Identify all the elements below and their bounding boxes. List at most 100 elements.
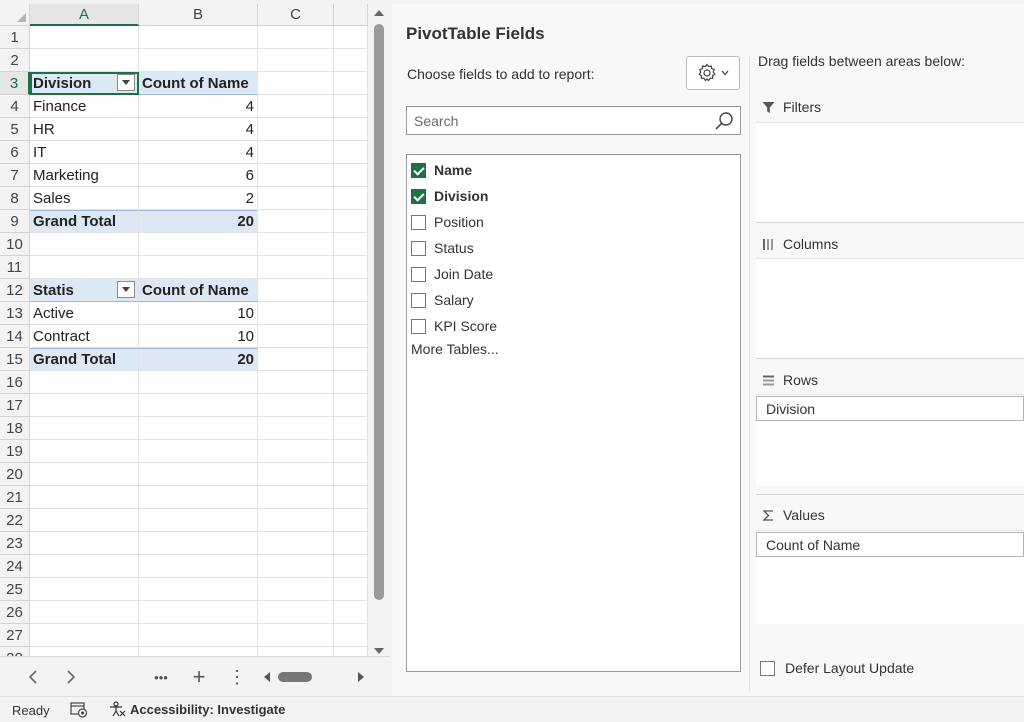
row-header[interactable]: 3 — [0, 72, 30, 95]
add-sheet-button[interactable]: + — [186, 657, 212, 697]
pivot1-row-value[interactable]: 6 — [139, 164, 258, 187]
row-header[interactable]: 18 — [0, 417, 30, 440]
grid-cell[interactable] — [30, 417, 139, 440]
row-header[interactable]: 21 — [0, 486, 30, 509]
horizontal-scrollbar[interactable] — [258, 669, 368, 685]
field-checkbox[interactable] — [411, 214, 426, 230]
row-header[interactable]: 8 — [0, 187, 30, 210]
grid-cell[interactable] — [139, 256, 258, 279]
pivot2-grand-total-label[interactable]: Grand Total — [30, 348, 139, 371]
grid-cell[interactable] — [139, 49, 258, 72]
grid-cell[interactable] — [139, 647, 258, 656]
pivot1-row-value[interactable]: 2 — [139, 187, 258, 210]
grid-cell[interactable] — [258, 532, 334, 555]
grid-cell[interactable] — [139, 578, 258, 601]
pivot2-grand-total-value[interactable]: 20 — [139, 348, 258, 371]
grid-cell[interactable] — [139, 624, 258, 647]
scroll-right-arrow-icon[interactable] — [358, 672, 364, 682]
grid-cell[interactable] — [258, 141, 334, 164]
field-checkbox[interactable] — [411, 188, 426, 204]
row-header[interactable]: 23 — [0, 532, 30, 555]
pivot1-row-value[interactable]: 4 — [139, 141, 258, 164]
row-header[interactable]: 11 — [0, 256, 30, 279]
defer-layout-update[interactable]: Defer Layout Update — [760, 660, 914, 676]
filter-dropdown-icon[interactable] — [117, 281, 135, 298]
grid-cell[interactable] — [334, 348, 368, 371]
columns-drop-area[interactable] — [756, 258, 1024, 358]
row-header[interactable]: 5 — [0, 118, 30, 141]
grid-cell[interactable] — [30, 601, 139, 624]
field-item[interactable]: Position — [411, 211, 484, 233]
row-header[interactable]: 2 — [0, 49, 30, 72]
row-header[interactable]: 15 — [0, 348, 30, 371]
grid-cell[interactable] — [258, 164, 334, 187]
row-header[interactable]: 12 — [0, 279, 30, 302]
grid-cell[interactable] — [334, 624, 368, 647]
grid-cell[interactable] — [30, 509, 139, 532]
grid-cell[interactable] — [258, 348, 334, 371]
grid-cell[interactable] — [258, 601, 334, 624]
field-checkbox[interactable] — [411, 266, 426, 282]
grid-cell[interactable] — [334, 486, 368, 509]
grid-cell[interactable] — [30, 256, 139, 279]
row-header[interactable]: 14 — [0, 325, 30, 348]
grid-cell[interactable] — [258, 233, 334, 256]
grid-cell[interactable] — [258, 256, 334, 279]
field-item[interactable]: Salary — [411, 289, 474, 311]
grid-cell[interactable] — [258, 394, 334, 417]
pivot2-row-value[interactable]: 10 — [139, 325, 258, 348]
more-tables-link[interactable]: More Tables... — [411, 341, 499, 357]
row-header[interactable]: 10 — [0, 233, 30, 256]
grid-cell[interactable] — [30, 26, 139, 49]
pivot1-row-value[interactable]: 4 — [139, 118, 258, 141]
row-header[interactable]: 4 — [0, 95, 30, 118]
grid-cell[interactable] — [30, 624, 139, 647]
grid-cell[interactable] — [139, 26, 258, 49]
field-checkbox[interactable] — [411, 240, 426, 256]
grid-cell[interactable] — [30, 440, 139, 463]
pivot1-grand-total-value[interactable]: 20 — [139, 210, 258, 233]
grid-cell[interactable] — [334, 371, 368, 394]
grid-cell[interactable] — [258, 49, 334, 72]
grid-cell[interactable] — [30, 49, 139, 72]
column-header-a[interactable]: A — [30, 4, 139, 26]
grid-cell[interactable] — [139, 463, 258, 486]
field-search-input[interactable] — [407, 107, 707, 134]
grid-cell[interactable] — [139, 417, 258, 440]
grid-cell[interactable] — [30, 578, 139, 601]
previous-sheet-button[interactable] — [18, 657, 48, 697]
grid-cell[interactable] — [334, 417, 368, 440]
field-search-box[interactable] — [406, 106, 741, 135]
row-header[interactable]: 25 — [0, 578, 30, 601]
grid-cell[interactable] — [258, 486, 334, 509]
field-item[interactable]: KPI Score — [411, 315, 497, 337]
row-header[interactable]: 20 — [0, 463, 30, 486]
grid-cell[interactable] — [334, 95, 368, 118]
grid-cell[interactable] — [334, 555, 368, 578]
row-header[interactable]: 9 — [0, 210, 30, 233]
grid-cell[interactable] — [334, 325, 368, 348]
grid-cell[interactable] — [334, 72, 368, 95]
field-item[interactable]: Name — [411, 159, 472, 181]
grid-cell[interactable] — [334, 118, 368, 141]
pivot2-value-header[interactable]: Count of Name — [139, 279, 258, 302]
grid-cell[interactable] — [334, 256, 368, 279]
pivot1-row-label[interactable]: Sales — [30, 187, 139, 210]
pivot1-row-value[interactable]: 4 — [139, 95, 258, 118]
filter-dropdown-icon[interactable] — [117, 74, 135, 91]
grid-cell[interactable] — [334, 509, 368, 532]
pivot1-row-label-header[interactable]: Division — [30, 72, 139, 95]
grid-cell[interactable] — [334, 233, 368, 256]
vertical-scrollbar[interactable] — [368, 4, 390, 656]
accessibility-status-button[interactable]: Accessibility: Investigate — [108, 701, 285, 718]
grid-cell[interactable] — [258, 624, 334, 647]
grid-cell[interactable] — [30, 486, 139, 509]
grid-cell[interactable] — [139, 532, 258, 555]
grid-cell[interactable] — [258, 578, 334, 601]
pivot1-row-label[interactable]: IT — [30, 141, 139, 164]
grid-cell[interactable] — [30, 463, 139, 486]
grid-cell[interactable] — [139, 371, 258, 394]
grid-cell[interactable] — [334, 463, 368, 486]
grid-cell[interactable] — [334, 440, 368, 463]
grid-cell[interactable] — [258, 187, 334, 210]
